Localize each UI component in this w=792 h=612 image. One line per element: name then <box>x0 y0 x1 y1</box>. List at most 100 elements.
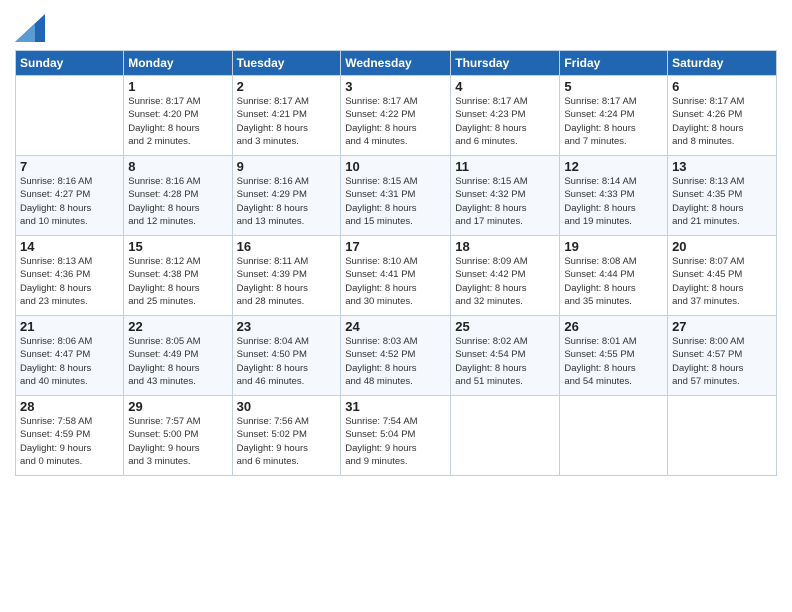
day-number: 28 <box>20 399 119 414</box>
day-number: 5 <box>564 79 663 94</box>
day-info: Sunrise: 8:17 AM Sunset: 4:20 PM Dayligh… <box>128 95 227 148</box>
calendar-week-1: 7Sunrise: 8:16 AM Sunset: 4:27 PM Daylig… <box>16 156 777 236</box>
day-info: Sunrise: 8:14 AM Sunset: 4:33 PM Dayligh… <box>564 175 663 228</box>
day-number: 4 <box>455 79 555 94</box>
col-header-sunday: Sunday <box>16 51 124 76</box>
day-info: Sunrise: 8:16 AM Sunset: 4:29 PM Dayligh… <box>237 175 337 228</box>
day-number: 11 <box>455 159 555 174</box>
day-info: Sunrise: 8:03 AM Sunset: 4:52 PM Dayligh… <box>345 335 446 388</box>
day-info: Sunrise: 8:16 AM Sunset: 4:28 PM Dayligh… <box>128 175 227 228</box>
day-number: 10 <box>345 159 446 174</box>
calendar-cell: 7Sunrise: 8:16 AM Sunset: 4:27 PM Daylig… <box>16 156 124 236</box>
day-number: 27 <box>672 319 772 334</box>
day-info: Sunrise: 8:12 AM Sunset: 4:38 PM Dayligh… <box>128 255 227 308</box>
day-number: 6 <box>672 79 772 94</box>
day-number: 3 <box>345 79 446 94</box>
day-info: Sunrise: 8:09 AM Sunset: 4:42 PM Dayligh… <box>455 255 555 308</box>
calendar-cell: 10Sunrise: 8:15 AM Sunset: 4:31 PM Dayli… <box>341 156 451 236</box>
day-number: 18 <box>455 239 555 254</box>
calendar-cell: 24Sunrise: 8:03 AM Sunset: 4:52 PM Dayli… <box>341 316 451 396</box>
day-number: 29 <box>128 399 227 414</box>
calendar-cell: 29Sunrise: 7:57 AM Sunset: 5:00 PM Dayli… <box>124 396 232 476</box>
calendar-table: SundayMondayTuesdayWednesdayThursdayFrid… <box>15 50 777 476</box>
calendar-cell: 31Sunrise: 7:54 AM Sunset: 5:04 PM Dayli… <box>341 396 451 476</box>
calendar-cell: 2Sunrise: 8:17 AM Sunset: 4:21 PM Daylig… <box>232 76 341 156</box>
day-number: 25 <box>455 319 555 334</box>
day-number: 26 <box>564 319 663 334</box>
day-number: 21 <box>20 319 119 334</box>
calendar-cell: 13Sunrise: 8:13 AM Sunset: 4:35 PM Dayli… <box>668 156 777 236</box>
day-number: 15 <box>128 239 227 254</box>
calendar-cell: 6Sunrise: 8:17 AM Sunset: 4:26 PM Daylig… <box>668 76 777 156</box>
calendar-cell: 14Sunrise: 8:13 AM Sunset: 4:36 PM Dayli… <box>16 236 124 316</box>
calendar-cell: 16Sunrise: 8:11 AM Sunset: 4:39 PM Dayli… <box>232 236 341 316</box>
calendar-cell: 5Sunrise: 8:17 AM Sunset: 4:24 PM Daylig… <box>560 76 668 156</box>
day-info: Sunrise: 7:56 AM Sunset: 5:02 PM Dayligh… <box>237 415 337 468</box>
day-number: 2 <box>237 79 337 94</box>
day-info: Sunrise: 8:17 AM Sunset: 4:23 PM Dayligh… <box>455 95 555 148</box>
col-header-wednesday: Wednesday <box>341 51 451 76</box>
day-number: 7 <box>20 159 119 174</box>
day-info: Sunrise: 8:13 AM Sunset: 4:36 PM Dayligh… <box>20 255 119 308</box>
header <box>15 10 777 42</box>
day-number: 22 <box>128 319 227 334</box>
day-number: 24 <box>345 319 446 334</box>
calendar-week-2: 14Sunrise: 8:13 AM Sunset: 4:36 PM Dayli… <box>16 236 777 316</box>
day-info: Sunrise: 8:11 AM Sunset: 4:39 PM Dayligh… <box>237 255 337 308</box>
day-number: 8 <box>128 159 227 174</box>
calendar-cell <box>560 396 668 476</box>
col-header-tuesday: Tuesday <box>232 51 341 76</box>
calendar-cell: 30Sunrise: 7:56 AM Sunset: 5:02 PM Dayli… <box>232 396 341 476</box>
day-number: 16 <box>237 239 337 254</box>
calendar-cell: 21Sunrise: 8:06 AM Sunset: 4:47 PM Dayli… <box>16 316 124 396</box>
calendar-week-4: 28Sunrise: 7:58 AM Sunset: 4:59 PM Dayli… <box>16 396 777 476</box>
calendar-cell: 23Sunrise: 8:04 AM Sunset: 4:50 PM Dayli… <box>232 316 341 396</box>
col-header-saturday: Saturday <box>668 51 777 76</box>
day-info: Sunrise: 8:08 AM Sunset: 4:44 PM Dayligh… <box>564 255 663 308</box>
calendar-cell: 8Sunrise: 8:16 AM Sunset: 4:28 PM Daylig… <box>124 156 232 236</box>
day-info: Sunrise: 8:15 AM Sunset: 4:31 PM Dayligh… <box>345 175 446 228</box>
calendar-header-row: SundayMondayTuesdayWednesdayThursdayFrid… <box>16 51 777 76</box>
calendar-cell: 17Sunrise: 8:10 AM Sunset: 4:41 PM Dayli… <box>341 236 451 316</box>
calendar-cell: 9Sunrise: 8:16 AM Sunset: 4:29 PM Daylig… <box>232 156 341 236</box>
day-info: Sunrise: 8:05 AM Sunset: 4:49 PM Dayligh… <box>128 335 227 388</box>
calendar-cell: 3Sunrise: 8:17 AM Sunset: 4:22 PM Daylig… <box>341 76 451 156</box>
calendar-cell <box>16 76 124 156</box>
day-number: 13 <box>672 159 772 174</box>
logo <box>15 14 49 42</box>
col-header-monday: Monday <box>124 51 232 76</box>
day-info: Sunrise: 8:17 AM Sunset: 4:21 PM Dayligh… <box>237 95 337 148</box>
calendar-cell: 28Sunrise: 7:58 AM Sunset: 4:59 PM Dayli… <box>16 396 124 476</box>
day-number: 1 <box>128 79 227 94</box>
day-number: 20 <box>672 239 772 254</box>
day-number: 9 <box>237 159 337 174</box>
day-number: 30 <box>237 399 337 414</box>
calendar-cell: 22Sunrise: 8:05 AM Sunset: 4:49 PM Dayli… <box>124 316 232 396</box>
calendar-cell: 12Sunrise: 8:14 AM Sunset: 4:33 PM Dayli… <box>560 156 668 236</box>
day-info: Sunrise: 8:07 AM Sunset: 4:45 PM Dayligh… <box>672 255 772 308</box>
day-info: Sunrise: 7:54 AM Sunset: 5:04 PM Dayligh… <box>345 415 446 468</box>
day-info: Sunrise: 7:57 AM Sunset: 5:00 PM Dayligh… <box>128 415 227 468</box>
calendar-cell: 27Sunrise: 8:00 AM Sunset: 4:57 PM Dayli… <box>668 316 777 396</box>
day-info: Sunrise: 8:15 AM Sunset: 4:32 PM Dayligh… <box>455 175 555 228</box>
day-info: Sunrise: 8:01 AM Sunset: 4:55 PM Dayligh… <box>564 335 663 388</box>
col-header-thursday: Thursday <box>451 51 560 76</box>
logo-icon <box>15 14 45 42</box>
day-info: Sunrise: 8:17 AM Sunset: 4:24 PM Dayligh… <box>564 95 663 148</box>
day-number: 12 <box>564 159 663 174</box>
calendar-cell: 4Sunrise: 8:17 AM Sunset: 4:23 PM Daylig… <box>451 76 560 156</box>
day-info: Sunrise: 8:17 AM Sunset: 4:22 PM Dayligh… <box>345 95 446 148</box>
col-header-friday: Friday <box>560 51 668 76</box>
calendar-week-0: 1Sunrise: 8:17 AM Sunset: 4:20 PM Daylig… <box>16 76 777 156</box>
day-info: Sunrise: 8:02 AM Sunset: 4:54 PM Dayligh… <box>455 335 555 388</box>
day-info: Sunrise: 8:13 AM Sunset: 4:35 PM Dayligh… <box>672 175 772 228</box>
day-info: Sunrise: 7:58 AM Sunset: 4:59 PM Dayligh… <box>20 415 119 468</box>
calendar-cell: 1Sunrise: 8:17 AM Sunset: 4:20 PM Daylig… <box>124 76 232 156</box>
calendar-cell: 26Sunrise: 8:01 AM Sunset: 4:55 PM Dayli… <box>560 316 668 396</box>
day-number: 14 <box>20 239 119 254</box>
calendar-cell: 18Sunrise: 8:09 AM Sunset: 4:42 PM Dayli… <box>451 236 560 316</box>
calendar-cell: 19Sunrise: 8:08 AM Sunset: 4:44 PM Dayli… <box>560 236 668 316</box>
day-number: 23 <box>237 319 337 334</box>
day-info: Sunrise: 8:17 AM Sunset: 4:26 PM Dayligh… <box>672 95 772 148</box>
calendar-cell <box>668 396 777 476</box>
